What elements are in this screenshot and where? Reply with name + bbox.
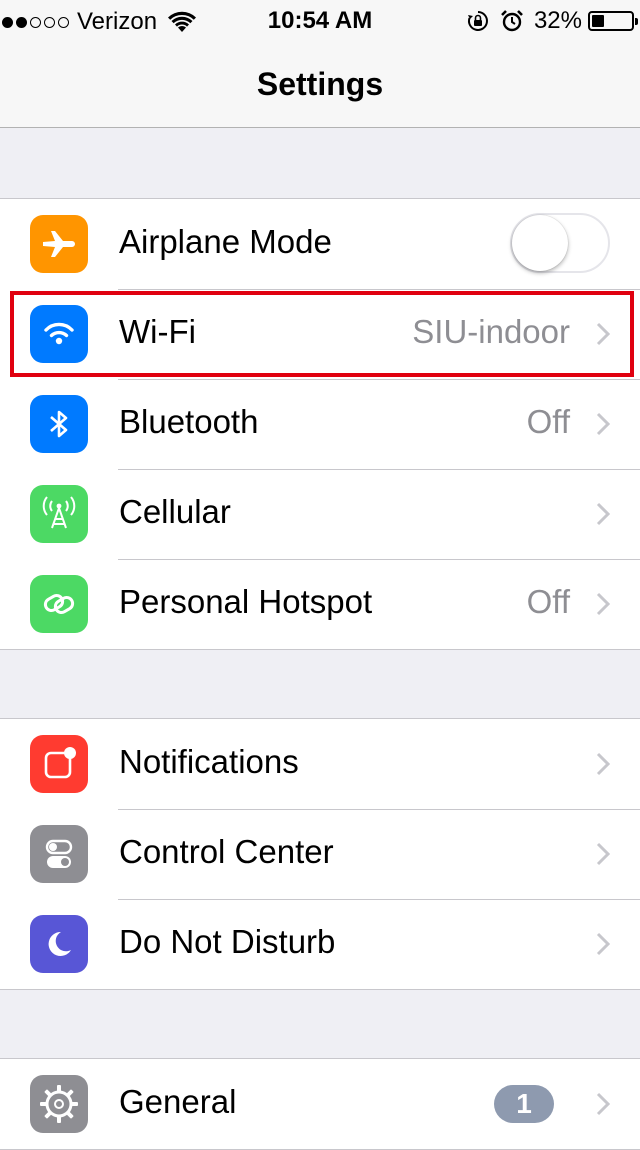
bluetooth-glyph: [50, 410, 68, 438]
airplane-mode-toggle[interactable]: [510, 213, 610, 273]
control-center-glyph: [45, 839, 73, 868]
cellular-antenna-icon: [30, 485, 88, 543]
control-center-icon: [30, 825, 88, 883]
row-label: Do Not Disturb: [119, 923, 336, 960]
status-bar: Verizon 10:54 AM 32%: [0, 0, 640, 40]
navigation-bar: Settings: [0, 40, 640, 128]
orientation-lock-icon: [467, 11, 488, 31]
wifi-icon: [30, 305, 88, 363]
row-wifi[interactable]: Wi-Fi SIU-indoor: [0, 289, 640, 379]
row-label: Airplane Mode: [119, 223, 332, 260]
chevron-right-icon: [596, 322, 610, 346]
row-value: Off: [526, 403, 570, 440]
battery-percent: 32%: [533, 7, 582, 34]
moon-icon: [30, 915, 88, 973]
chevron-right-icon: [596, 932, 610, 956]
status-right: 32%: [466, 7, 638, 35]
row-personal-hotspot[interactable]: Personal Hotspot Off: [0, 559, 640, 649]
row-label: Bluetooth: [119, 403, 259, 440]
settings-group-connectivity: Airplane Mode Wi-Fi SIU-indoor Bluetooth…: [0, 198, 640, 650]
battery-level-fill: [592, 15, 605, 27]
row-airplane-mode[interactable]: Airplane Mode: [0, 199, 640, 289]
bluetooth-icon: [30, 395, 88, 453]
chevron-right-icon: [596, 842, 610, 866]
row-bluetooth[interactable]: Bluetooth Off: [0, 379, 640, 469]
settings-group-general: General 1: [0, 1058, 640, 1150]
row-value: SIU-indoor: [412, 313, 570, 350]
notifications-icon: [30, 735, 88, 793]
alarm-icon: [501, 10, 523, 32]
row-label: General: [119, 1083, 237, 1120]
row-value: Off: [526, 583, 570, 620]
wifi-glyph: [44, 322, 74, 345]
chevron-right-icon: [596, 592, 610, 616]
hotspot-link-icon: [30, 575, 88, 633]
notifications-glyph: [44, 747, 76, 779]
airplane-icon: [30, 215, 88, 273]
row-cellular[interactable]: Cellular: [0, 469, 640, 559]
gear-glyph: [40, 1085, 78, 1123]
row-control-center[interactable]: Control Center: [0, 809, 640, 899]
update-count-badge: 1: [494, 1085, 554, 1123]
settings-group-notifications: Notifications Control Center Do Not Dist…: [0, 718, 640, 990]
chevron-right-icon: [596, 502, 610, 526]
row-label: Cellular: [119, 493, 231, 530]
chevron-right-icon: [596, 412, 610, 436]
chevron-right-icon: [596, 752, 610, 776]
airplane-glyph: [43, 231, 75, 257]
row-label: Personal Hotspot: [119, 583, 373, 620]
moon-glyph: [48, 931, 71, 956]
row-label: Notifications: [119, 743, 299, 780]
gear-icon: [30, 1075, 88, 1133]
hotspot-glyph: [43, 594, 75, 614]
chevron-right-icon: [596, 1092, 610, 1116]
toggle-knob: [512, 215, 568, 271]
page-title: Settings: [256, 66, 384, 102]
row-label: Control Center: [119, 833, 334, 870]
row-do-not-disturb[interactable]: Do Not Disturb: [0, 899, 640, 989]
battery-icon: [588, 11, 638, 31]
cellular-glyph: [42, 496, 76, 529]
row-label: Wi-Fi: [119, 313, 196, 350]
row-notifications[interactable]: Notifications: [0, 719, 640, 809]
